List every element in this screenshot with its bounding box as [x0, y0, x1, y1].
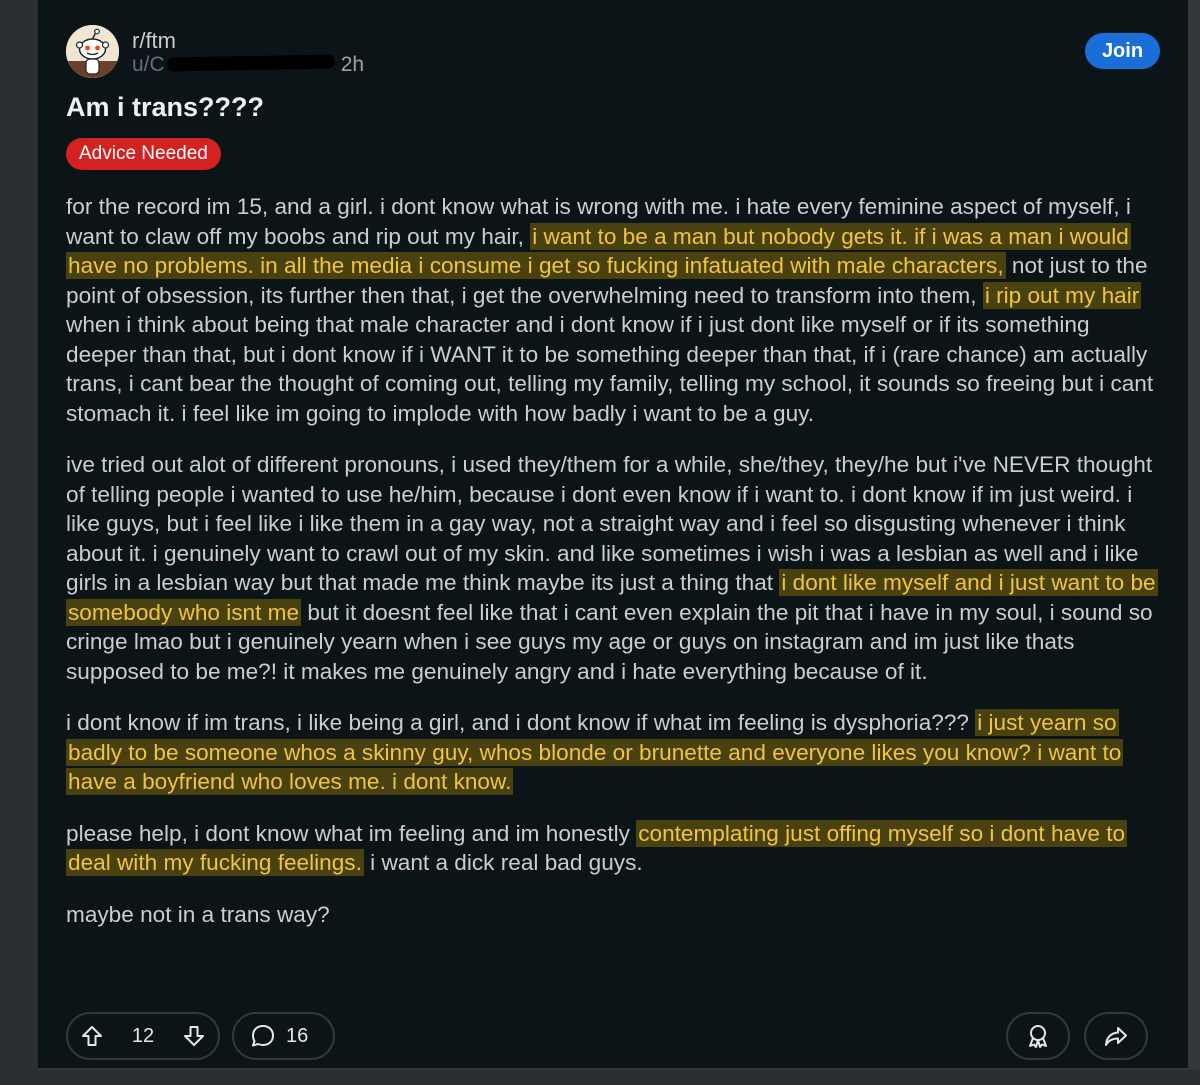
paragraph-text: please help, i dont know what im feeling…: [66, 820, 637, 846]
comments-button[interactable]: 16: [232, 1012, 335, 1060]
username[interactable]: u/C: [132, 53, 165, 77]
left-gutter: [0, 0, 38, 1085]
paragraph-text: maybe not in a trans way?: [66, 901, 330, 927]
post-paragraph: maybe not in a trans way?: [66, 900, 1156, 930]
vote-control: 12: [66, 1012, 220, 1060]
speech-bubble-icon: [250, 1023, 276, 1049]
arrow-down-icon[interactable]: [182, 1024, 206, 1048]
comment-count: 16: [286, 1024, 309, 1047]
post-timestamp: 2h: [340, 53, 365, 76]
post-paragraph: ive tried out alot of different pronouns…: [66, 450, 1158, 686]
share-button[interactable]: [1084, 1012, 1148, 1060]
share-arrow-icon: [1103, 1023, 1129, 1049]
subreddit-avatar-icon[interactable]: [66, 25, 119, 78]
vote-count: 12: [131, 1024, 155, 1047]
post-title: Am i trans????: [66, 92, 265, 122]
award-icon: [1025, 1023, 1051, 1049]
flair-badge[interactable]: Advice Needed: [66, 138, 221, 170]
post-meta: u/C 2h: [132, 53, 364, 77]
arrow-up-icon[interactable]: [80, 1024, 104, 1048]
post-body: for the record im 15, and a girl. i dont…: [66, 192, 1158, 951]
paragraph-text: when i think about being that male chara…: [66, 312, 1154, 426]
post-paragraph: please help, i dont know what im feeling…: [66, 819, 1156, 878]
join-button[interactable]: Join: [1085, 33, 1160, 69]
post-paragraph: i dont know if im trans, i like being a …: [66, 708, 1156, 797]
subreddit-name[interactable]: r/ftm: [132, 28, 176, 54]
action-bar: 12 16: [66, 1012, 1148, 1060]
paragraph-text: i dont know if im trans, i like being a …: [66, 710, 976, 735]
username-redaction: [166, 54, 335, 72]
award-button[interactable]: [1006, 1012, 1070, 1060]
post-paragraph: for the record im 15, and a girl. i dont…: [66, 192, 1156, 428]
highlighted-text: i rip out my hair: [982, 281, 1142, 309]
bottom-strip: [0, 1070, 1200, 1085]
paragraph-text: i want a dick real bad guys.: [363, 850, 643, 875]
